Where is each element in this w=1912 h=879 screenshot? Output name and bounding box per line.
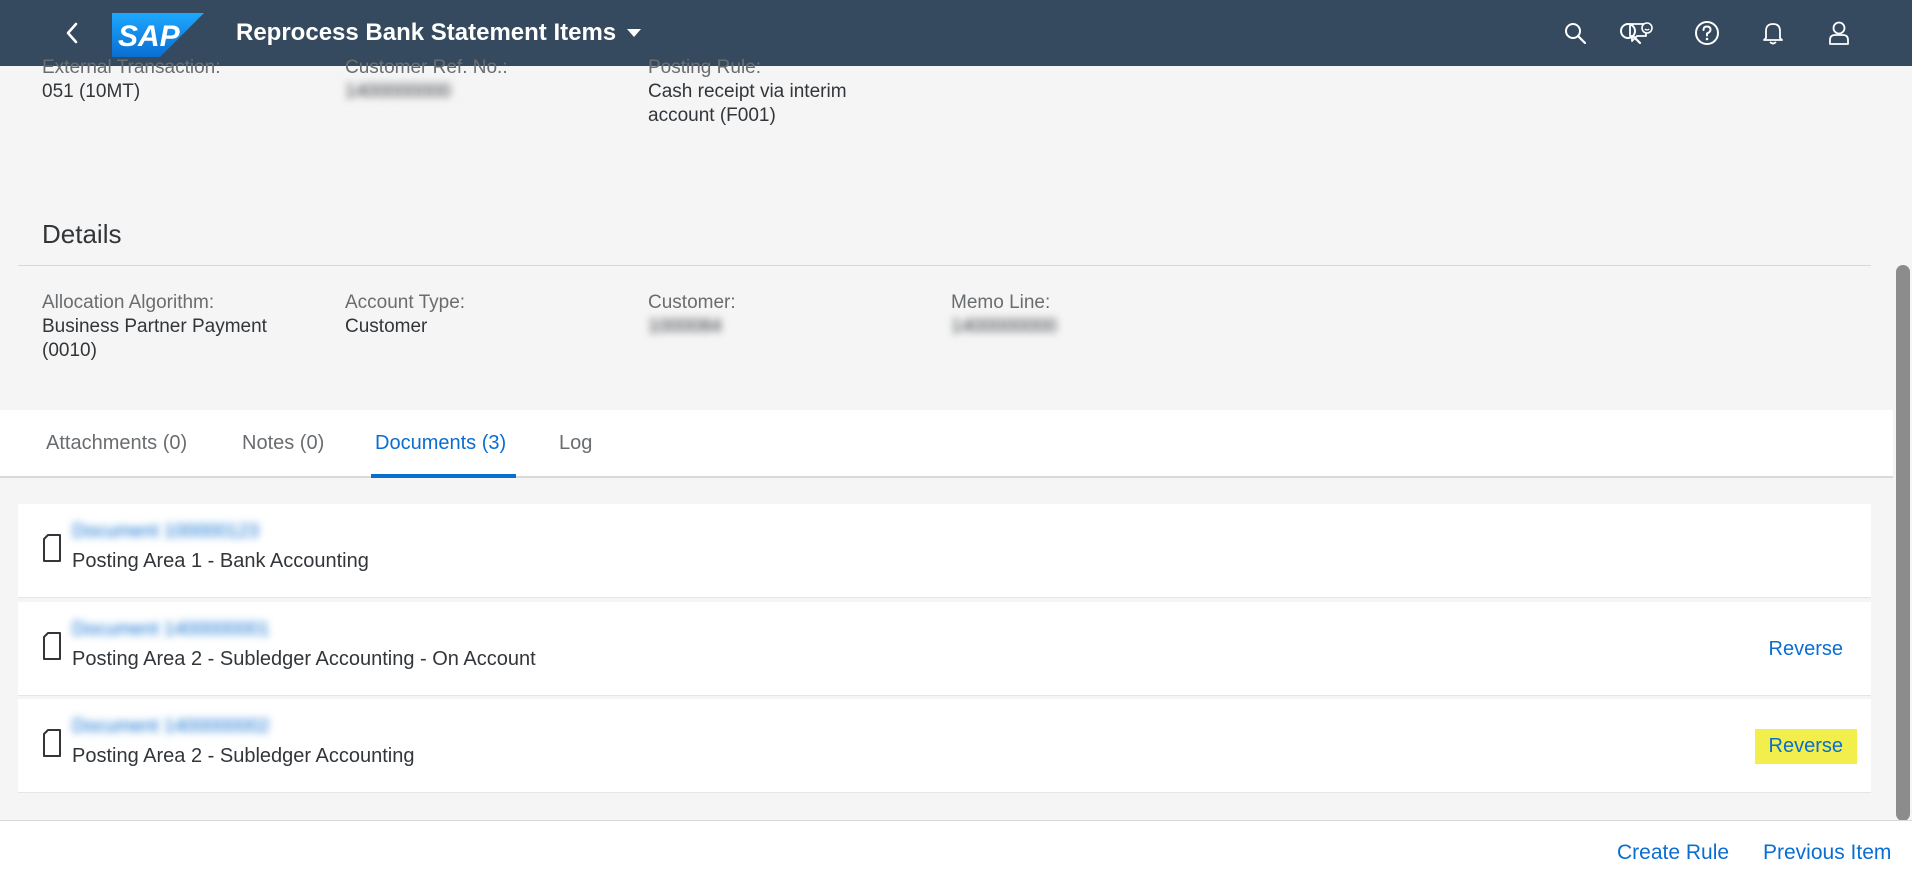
field-label: Customer: <box>648 292 736 313</box>
document-description: Posting Area 2 - Subledger Accounting <box>72 745 415 767</box>
memo-line-field: Memo Line: 1400000000 <box>951 291 1057 339</box>
details-title: Details <box>42 219 122 249</box>
posting-rule-field: Posting Rule: Cash receipt via interim a… <box>648 56 847 128</box>
help-icon <box>1695 21 1719 45</box>
tab-log[interactable]: Log <box>559 432 592 476</box>
field-label: External Transaction: <box>42 57 221 78</box>
customer-field: Customer: 1000084 <box>648 291 736 339</box>
user-icon <box>1829 21 1849 45</box>
search-icon <box>1565 23 1587 45</box>
field-value: Customer <box>345 316 428 337</box>
sap-logo: SAP <box>112 13 204 57</box>
details-divider <box>18 265 1871 266</box>
reverse-button[interactable]: Reverse <box>1755 632 1857 667</box>
app-title-menu[interactable]: Reprocess Bank Statement Items <box>236 19 642 47</box>
field-value-line: account (F001) <box>648 105 776 126</box>
field-value-line: Cash receipt via interim <box>648 81 847 102</box>
svg-text:SAP: SAP <box>118 20 181 53</box>
previous-item-button[interactable]: Previous Item <box>1763 841 1891 865</box>
notifications-icon <box>1763 23 1783 45</box>
document-icon <box>43 729 61 757</box>
document-link[interactable]: Document 1400000002 <box>72 716 270 738</box>
document-icon <box>43 534 61 562</box>
allocation-algorithm-field: Allocation Algorithm: Business Partner P… <box>42 291 267 363</box>
field-value: 1000084 <box>648 316 722 337</box>
field-value: 1400000000 <box>951 316 1057 337</box>
field-value: 1400000000 <box>345 81 451 102</box>
field-label: Memo Line: <box>951 292 1051 313</box>
user-button[interactable] <box>1819 13 1859 53</box>
document-description: Posting Area 1 - Bank Accounting <box>72 550 369 572</box>
field-label: Posting Rule: <box>648 57 762 78</box>
feedback-button[interactable] <box>1621 13 1661 53</box>
document-list-item[interactable]: Document 1400000001 Posting Area 2 - Sub… <box>18 602 1871 696</box>
field-value-line: Business Partner Payment <box>42 316 267 337</box>
document-icon <box>43 632 61 660</box>
tab-documents[interactable]: Documents (3) <box>375 432 506 476</box>
app-title: Reprocess Bank Statement Items <box>236 19 617 46</box>
feedback-icon <box>1629 22 1653 42</box>
search-button[interactable] <box>1555 13 1595 53</box>
active-tab-indicator <box>371 474 516 478</box>
tab-bar: Attachments (0) Notes (0) Documents (3) … <box>0 410 1893 478</box>
field-value: 051 (10MT) <box>42 81 141 102</box>
tab-notes[interactable]: Notes (0) <box>242 432 324 476</box>
scrollbar-thumb[interactable] <box>1896 265 1910 821</box>
back-icon <box>66 22 78 44</box>
document-link[interactable]: Document 100000123 <box>72 521 259 543</box>
field-label: Allocation Algorithm: <box>42 292 215 313</box>
account-type-field: Account Type: Customer <box>345 291 465 339</box>
help-button[interactable] <box>1687 13 1727 53</box>
caret-down-icon <box>627 29 642 37</box>
tab-attachments[interactable]: Attachments (0) <box>46 432 187 476</box>
external-transaction-field: External Transaction: 051 (10MT) <box>42 56 220 104</box>
field-label: Account Type: <box>345 292 466 313</box>
reverse-button[interactable]: Reverse <box>1754 729 1857 764</box>
document-link[interactable]: Document 1400000001 <box>72 619 270 641</box>
footer-toolbar: Create Rule Previous Item <box>0 820 1912 879</box>
field-label: Customer Ref. No.: <box>345 57 508 78</box>
object-header <box>0 66 1893 410</box>
back-button[interactable] <box>52 13 92 53</box>
field-value-line: (0010) <box>42 340 97 361</box>
document-list-item[interactable]: Document 1400000002 Posting Area 2 - Sub… <box>18 699 1871 793</box>
document-list-item[interactable]: Document 100000123 Posting Area 1 - Bank… <box>18 504 1871 598</box>
document-description: Posting Area 2 - Subledger Accounting - … <box>72 648 536 670</box>
customer-ref-field: Customer Ref. No.: 1400000000 <box>345 56 508 104</box>
create-rule-button[interactable]: Create Rule <box>1617 841 1729 865</box>
notifications-button[interactable] <box>1753 13 1793 53</box>
